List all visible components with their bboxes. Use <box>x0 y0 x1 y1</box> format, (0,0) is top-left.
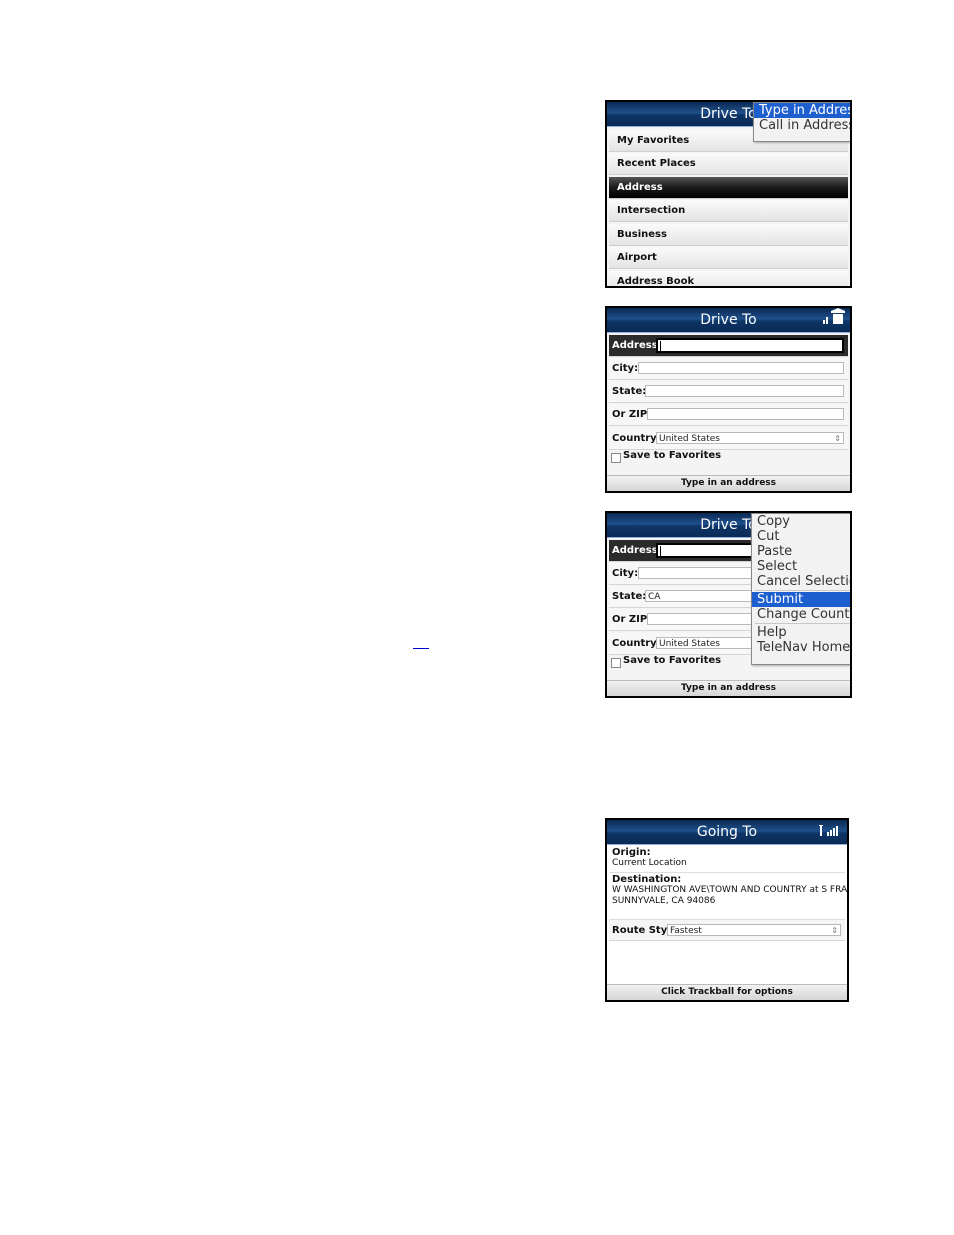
signal-bars-icon <box>822 308 846 335</box>
divider <box>609 872 845 873</box>
title-bar: Going To <box>607 820 847 845</box>
menu-item-address-book[interactable]: Address Book <box>609 271 848 287</box>
menu-item-label: Address <box>617 182 663 193</box>
going-to-screen: Going To Origin: Current Location Destin… <box>605 818 849 1002</box>
country-row[interactable]: Country: United States ⇕ <box>609 428 848 450</box>
menu-item-label: Address Book <box>617 276 695 287</box>
city-input[interactable] <box>638 362 844 374</box>
address-form-menu-screen: Drive To Address: City: State: CA Or ZIP… <box>605 511 852 698</box>
popup-item-select[interactable]: Select <box>752 559 850 574</box>
state-label: State: <box>612 591 647 602</box>
destination-line-2: SUNNYVALE, CA 94086 <box>612 896 716 906</box>
status-text: Type in an address <box>680 683 777 693</box>
status-bar: Type in an address <box>607 680 850 696</box>
text-caret <box>660 545 661 556</box>
popup-item-call-in-address[interactable]: Call in Address <box>754 118 850 133</box>
screen-title: Drive To <box>700 312 757 328</box>
zip-label: Or ZIP: <box>612 614 652 625</box>
title-bar: Drive To <box>607 308 850 333</box>
route-style-select[interactable]: Fastest ⇕ <box>667 924 841 936</box>
context-popup-menu: Type in Address Call in Address <box>753 102 850 142</box>
destination-line-1: W WASHINGTON AVE\TOWN AND COUNTRY at S F… <box>612 885 849 895</box>
popup-item-cut[interactable]: Cut <box>752 529 850 544</box>
state-label: State: <box>612 386 647 397</box>
route-style-value: Fastest <box>670 926 702 936</box>
address-label: Address: <box>612 340 662 351</box>
context-popup-menu: Copy Cut Paste Select Cancel Selection S… <box>751 513 850 665</box>
status-bar: Type in an address <box>607 475 850 491</box>
state-input[interactable] <box>645 385 844 397</box>
popup-item-change-country[interactable]: Change Country <box>752 607 850 622</box>
status-bar: Click Trackball for options <box>607 984 847 1000</box>
drive-to-menu-screen: Drive To My Favorites Recent Places Addr… <box>605 100 852 288</box>
signal-bars-icon <box>819 820 843 847</box>
save-to-favorites-checkbox[interactable] <box>611 453 621 463</box>
menu-item-label: Intersection <box>617 205 686 216</box>
dropdown-arrow-icon: ⇕ <box>834 434 841 443</box>
save-to-favorites-label: Save to Favorites <box>623 655 722 666</box>
popup-item-paste[interactable]: Paste <box>752 544 850 559</box>
status-text: Type in an address <box>680 478 777 488</box>
address-label: Address: <box>612 545 662 556</box>
menu-item-label: Recent Places <box>617 158 696 169</box>
popup-item-copy[interactable]: Copy <box>752 514 850 529</box>
status-text: Click Trackball for options <box>661 987 793 997</box>
save-to-favorites-checkbox[interactable] <box>611 658 621 668</box>
text-caret <box>660 340 661 351</box>
screen-title: Drive To <box>700 517 757 533</box>
menu-item-label: Business <box>617 229 667 240</box>
zip-label: Or ZIP: <box>612 409 652 420</box>
save-to-favorites-label: Save to Favorites <box>623 450 722 461</box>
origin-label: Origin: <box>612 847 651 858</box>
destination-label: Destination: <box>612 874 682 885</box>
screen-title: Going To <box>696 824 758 840</box>
popup-item-submit[interactable]: Submit <box>752 592 850 607</box>
country-value: United States <box>659 434 720 444</box>
address-form-screen: Drive To Address: City: State: Or ZIP: C… <box>605 306 852 493</box>
route-content: Origin: Current Location Destination: W … <box>607 845 847 988</box>
footnote-link[interactable] <box>413 648 429 649</box>
country-select[interactable]: United States ⇕ <box>656 432 844 444</box>
menu-item-intersection[interactable]: Intersection <box>609 200 848 222</box>
popup-item-help[interactable]: Help <box>752 625 850 640</box>
city-label: City: <box>612 363 639 374</box>
country-label: Country: <box>612 433 661 444</box>
route-style-row[interactable]: Route Style: Fastest ⇕ <box>609 919 845 941</box>
popup-item-cancel-selection[interactable]: Cancel Selection <box>752 574 850 589</box>
popup-item-type-in-address[interactable]: Type in Address <box>754 103 850 118</box>
menu-item-address[interactable]: Address <box>609 177 848 199</box>
address-row[interactable]: Address: <box>609 335 848 357</box>
menu-item-business[interactable]: Business <box>609 224 848 246</box>
dropdown-arrow-icon: ⇕ <box>831 926 838 935</box>
state-row[interactable]: State: <box>609 381 848 403</box>
menu-item-label: Airport <box>617 252 657 263</box>
country-value: United States <box>659 639 720 649</box>
origin-value: Current Location <box>612 858 687 868</box>
city-row[interactable]: City: <box>609 358 848 380</box>
country-label: Country: <box>612 638 661 649</box>
zip-row[interactable]: Or ZIP: <box>609 404 848 426</box>
screen-title: Drive To <box>700 106 757 122</box>
menu-item-label: My Favorites <box>617 135 690 146</box>
popup-separator <box>755 623 850 624</box>
address-input[interactable] <box>656 338 844 353</box>
city-label: City: <box>612 568 639 579</box>
menu-item-recent-places[interactable]: Recent Places <box>609 153 848 175</box>
popup-item-telenav-home[interactable]: TeleNav Home <box>752 640 850 655</box>
menu-item-airport[interactable]: Airport <box>609 247 848 269</box>
popup-separator <box>755 590 850 591</box>
zip-input[interactable] <box>647 408 844 420</box>
